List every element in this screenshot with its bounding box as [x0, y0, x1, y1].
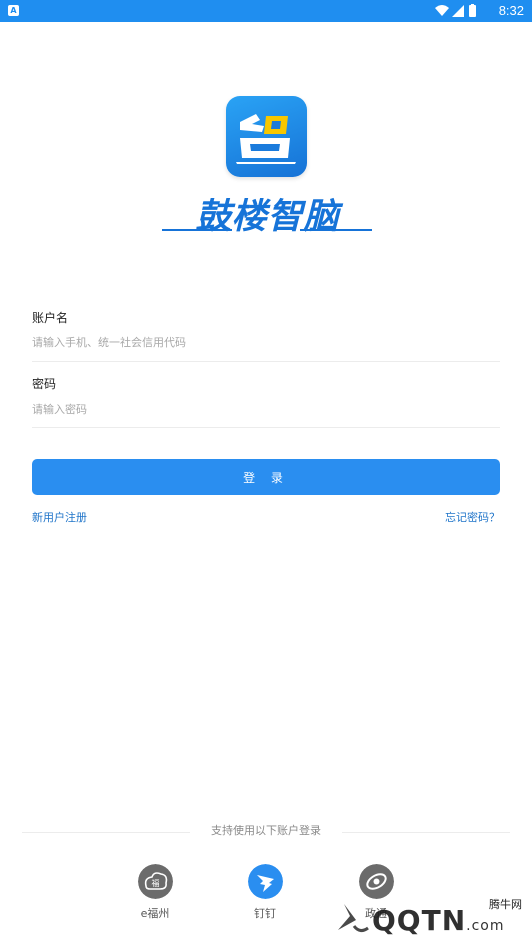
wordmark-underline	[300, 229, 372, 231]
signal-icon	[452, 5, 464, 17]
app-logo	[226, 96, 307, 177]
login-button[interactable]: 登 录	[32, 459, 500, 495]
register-link[interactable]: 新用户注册	[32, 509, 87, 525]
svg-text:福: 福	[151, 879, 159, 888]
wifi-icon	[435, 5, 449, 16]
zhengtong-icon	[358, 864, 394, 899]
password-divider	[32, 427, 500, 428]
efuzhou-icon: 福	[137, 864, 173, 899]
third-party-title: 支持使用以下账户登录	[211, 824, 321, 837]
wordmark-underline	[162, 229, 232, 231]
notification-icon: A	[8, 5, 19, 16]
password-label: 密码	[32, 377, 57, 391]
efuzhou-login[interactable]: 福 e福州	[125, 864, 185, 921]
watermark-brand: 腾牛网	[489, 898, 522, 911]
dingtalk-label: 钉钉	[254, 907, 276, 920]
watermark-text: QQTN.com	[372, 904, 505, 937]
account-divider	[32, 361, 500, 362]
dingtalk-icon	[247, 864, 283, 899]
battery-icon	[469, 4, 476, 17]
forgot-password-link[interactable]: 忘记密码？	[445, 509, 500, 525]
status-bar: A 8:32	[0, 0, 532, 22]
clock: 8:32	[498, 3, 524, 18]
account-label: 账户名	[32, 311, 69, 325]
status-icons	[435, 4, 476, 17]
dingtalk-login[interactable]: 钉钉	[235, 864, 295, 921]
zhi-logo-icon	[236, 114, 296, 164]
app-name: 鼓楼智脑	[195, 197, 340, 237]
qqtn-watermark: QQTN.com 腾牛网	[328, 896, 528, 942]
account-input[interactable]	[32, 330, 500, 354]
efuzhou-label: e福州	[140, 907, 170, 920]
password-input[interactable]	[32, 397, 500, 421]
